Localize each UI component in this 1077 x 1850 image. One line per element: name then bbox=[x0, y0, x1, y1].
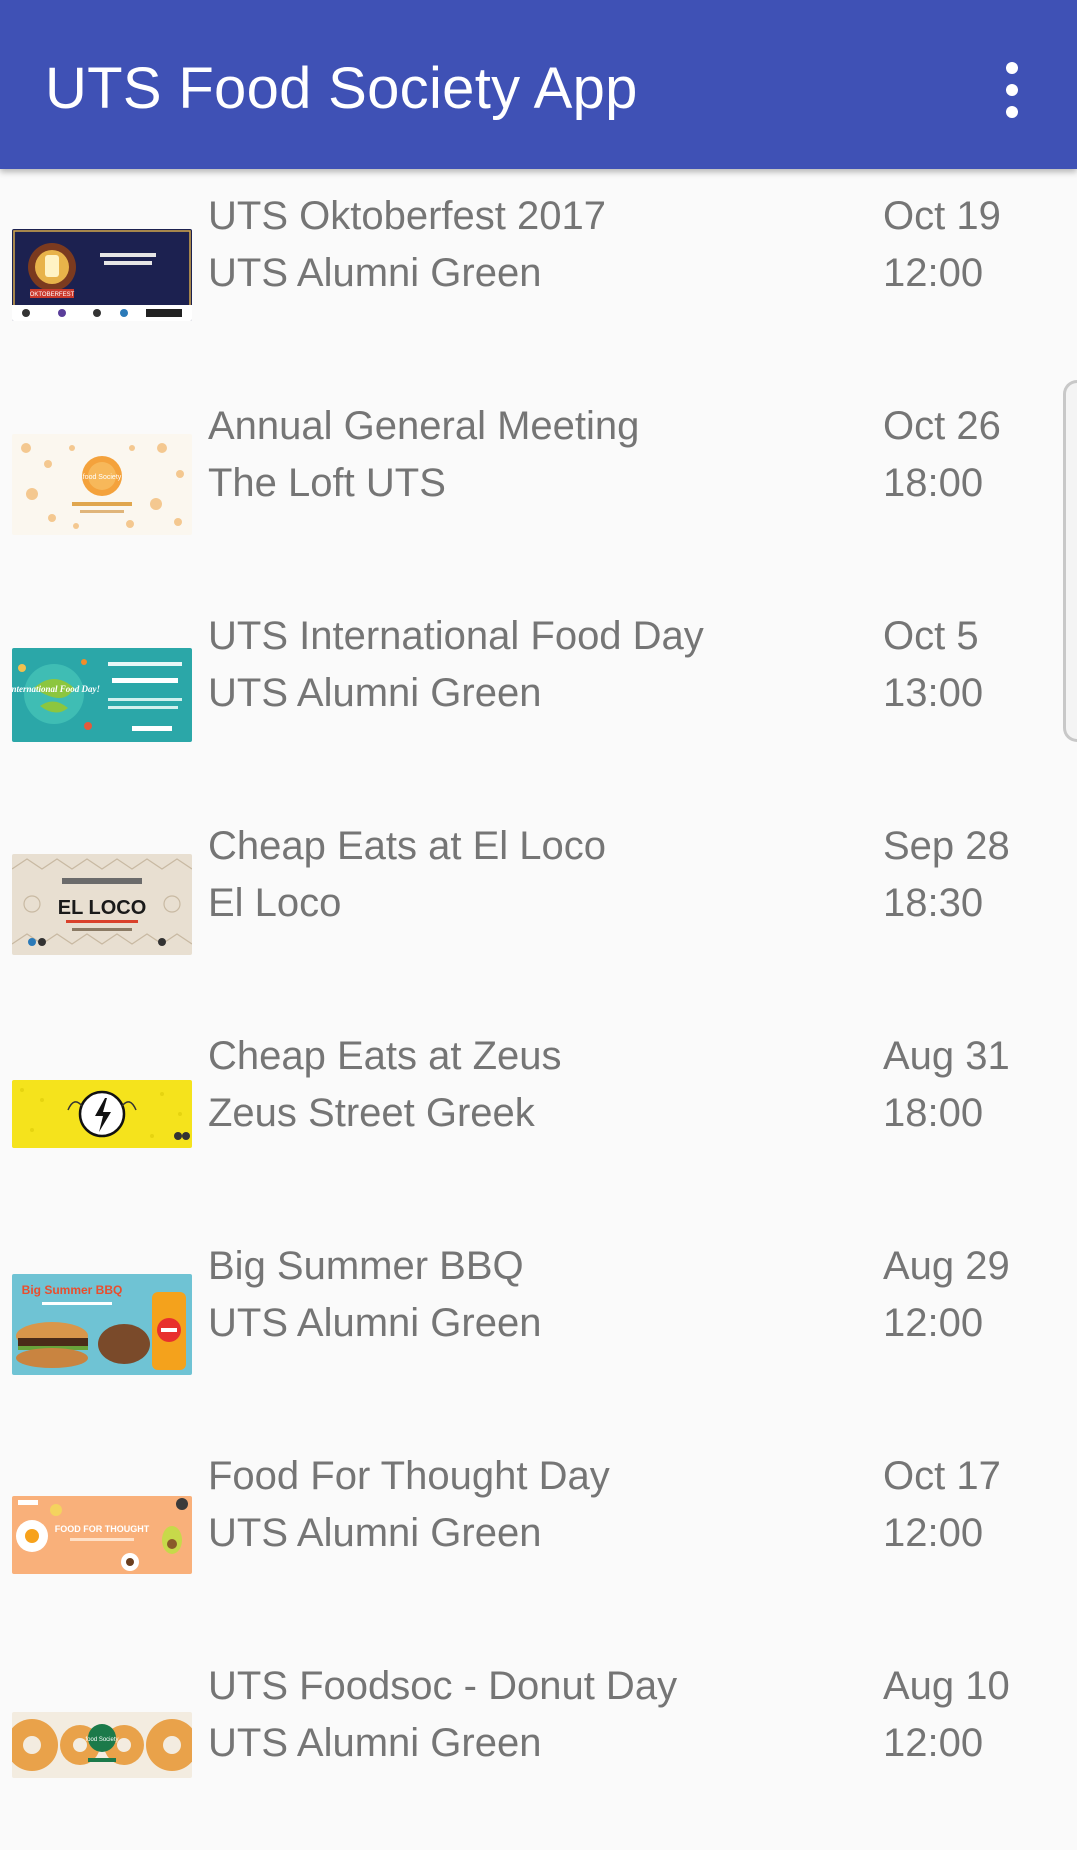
event-name: Cheap Eats at El Loco bbox=[208, 824, 607, 868]
zeus-banner-image bbox=[12, 1080, 192, 1148]
event-location: El Loco bbox=[208, 881, 342, 925]
event-name: Big Summer BBQ bbox=[208, 1244, 524, 1288]
event-time: 12:00 bbox=[883, 1301, 984, 1345]
event-date: Aug 29 bbox=[883, 1244, 1010, 1288]
event-time: 12:00 bbox=[883, 1721, 984, 1765]
event-date: Oct 19 bbox=[883, 194, 1001, 238]
event-time: 12:00 bbox=[883, 251, 984, 295]
event-name: UTS Foodsoc - Donut Day bbox=[208, 1664, 678, 1708]
event-time: 18:00 bbox=[883, 461, 984, 505]
event-name: Cheap Eats at Zeus bbox=[208, 1034, 562, 1078]
event-location: UTS Alumni Green bbox=[208, 671, 542, 715]
event-location: UTS Alumni Green bbox=[208, 251, 542, 295]
event-row-donut-day[interactable]: food Society UTS Foodsoc - Donut Day UTS… bbox=[0, 1639, 1077, 1849]
event-location: UTS Alumni Green bbox=[208, 1301, 542, 1345]
oktoberfest-banner-image: OKTOBERFEST bbox=[12, 229, 192, 321]
food-for-thought-banner-image: FOOD FOR THOUGHT bbox=[12, 1496, 192, 1574]
agm-image-text: food Society bbox=[83, 474, 122, 481]
menu-dot bbox=[1006, 62, 1018, 74]
event-date: Oct 5 bbox=[883, 614, 979, 658]
event-row-agm[interactable]: food Society Annual General Meeting The … bbox=[0, 379, 1077, 589]
event-location: The Loft UTS bbox=[208, 461, 446, 505]
menu-dot bbox=[1006, 84, 1018, 96]
event-name: UTS International Food Day bbox=[208, 614, 704, 658]
donut-day-banner-image: food Society bbox=[12, 1712, 192, 1778]
event-time: 13:00 bbox=[883, 671, 984, 715]
event-name: Food For Thought Day bbox=[208, 1454, 610, 1498]
event-date: Oct 26 bbox=[883, 404, 1001, 448]
el-loco-image-text: EL LOCO bbox=[58, 897, 147, 919]
el-loco-banner-image: EL LOCO bbox=[12, 854, 192, 955]
event-row-el-loco[interactable]: EL LOCO Cheap Eats at El Loco El Loco Se… bbox=[0, 799, 1077, 1009]
event-time: 18:30 bbox=[883, 881, 984, 925]
event-row-zeus[interactable]: Cheap Eats at Zeus Zeus Street Greek Aug… bbox=[0, 1009, 1077, 1219]
app-bar: UTS Food Society App bbox=[0, 0, 1077, 169]
event-row-international-food-day[interactable]: International Food Day! UTS Internationa… bbox=[0, 589, 1077, 799]
app-title: UTS Food Society App bbox=[45, 56, 638, 121]
event-list[interactable]: OKTOBERFEST UTS Oktoberfest 2017 UTS Alu… bbox=[0, 169, 1077, 1850]
event-date: Sep 28 bbox=[883, 824, 1010, 868]
fast-scroll-handle[interactable] bbox=[1063, 380, 1077, 742]
donut-day-image-text: food Society bbox=[85, 1737, 118, 1743]
oktoberfest-image-text: OKTOBERFEST bbox=[30, 292, 75, 298]
event-name: Annual General Meeting bbox=[208, 404, 640, 448]
event-row-food-for-thought[interactable]: FOOD FOR THOUGHT Food For Thought Day UT… bbox=[0, 1429, 1077, 1639]
international-food-day-banner-image: International Food Day! bbox=[12, 648, 192, 742]
event-date: Aug 10 bbox=[883, 1664, 1010, 1708]
event-row-big-summer-bbq[interactable]: Big Summer BBQ Big Summer BBQ UTS Alumni… bbox=[0, 1219, 1077, 1429]
bbq-banner-image: Big Summer BBQ bbox=[12, 1274, 192, 1375]
bbq-image-text: Big Summer BBQ bbox=[22, 1283, 123, 1297]
event-time: 18:00 bbox=[883, 1091, 984, 1135]
agm-banner-image: food Society bbox=[12, 434, 192, 535]
event-location: UTS Alumni Green bbox=[208, 1511, 542, 1555]
more-vert-icon[interactable] bbox=[990, 58, 1034, 122]
event-name: UTS Oktoberfest 2017 bbox=[208, 194, 606, 238]
event-row-oktoberfest[interactable]: OKTOBERFEST UTS Oktoberfest 2017 UTS Alu… bbox=[0, 169, 1077, 379]
event-location: UTS Alumni Green bbox=[208, 1721, 542, 1765]
food-for-thought-image-text: FOOD FOR THOUGHT bbox=[55, 1524, 150, 1534]
menu-dot bbox=[1006, 106, 1018, 118]
event-location: Zeus Street Greek bbox=[208, 1091, 535, 1135]
intl-food-day-image-text: International Food Day! bbox=[12, 684, 100, 694]
event-date: Oct 17 bbox=[883, 1454, 1001, 1498]
event-date: Aug 31 bbox=[883, 1034, 1010, 1078]
event-time: 12:00 bbox=[883, 1511, 984, 1555]
